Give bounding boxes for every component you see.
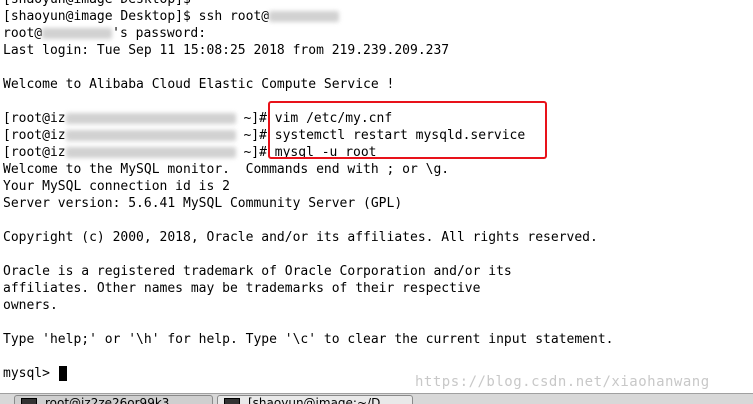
terminal-line: [root@iz ~]# mysql -u root [3,144,377,161]
terminal-line-text: owners. [3,298,58,313]
redacted-text [65,113,236,124]
watermark: https://blog.csdn.net/xiaohanwang [415,374,710,390]
terminal-line-text: Type 'help;' or '\h' for help. Type '\c'… [3,332,614,347]
terminal-line: Copyright (c) 2000, 2018, Oracle and/or … [3,229,598,246]
terminal-line-text: [shaoyun@image Desktop]$ ssh root@ [3,9,270,24]
terminal-line-text: ~]# systemctl restart mysqld.service [235,128,526,143]
terminal-line-text: mysql> [3,366,58,381]
terminal-line-text: Welcome to the MySQL monitor. Commands e… [3,162,450,177]
taskbar: root@iz2ze26or99k3 [shaoyun@image:~/D [0,393,753,404]
terminal-line-text: ~]# mysql -u root [235,145,377,160]
terminal-line: Welcome to the MySQL monitor. Commands e… [3,161,449,178]
terminal-line: owners. [3,297,58,314]
terminal-line-text: Your MySQL connection id is 2 [3,179,230,194]
text-cursor [58,366,67,381]
redacted-text [65,130,236,141]
terminal-line-text: Welcome to Alibaba Cloud Elastic Compute… [3,77,395,92]
taskbar-item-root-terminal[interactable]: root@iz2ze26or99k3 [14,395,213,404]
taskbar-item-shaoyun-terminal[interactable]: [shaoyun@image:~/D [217,395,413,404]
terminal-line-text: affiliates. Other names may be trademark… [3,281,481,296]
terminal-line: [shaoyun@image Desktop]$ ssh root@ [3,8,340,25]
terminal-line: Your MySQL connection id is 2 [3,178,230,195]
terminal-line: Oracle is a registered trademark of Orac… [3,263,512,280]
terminal-line-text: Server version: 5.6.41 MySQL Community S… [3,196,403,211]
terminal-line-text: Oracle is a registered trademark of Orac… [3,264,512,279]
terminal-icon [224,398,240,404]
terminal-line: [shaoyun@image Desktop]$ [3,0,191,8]
terminal-line-text: root@ [3,26,43,41]
terminal-line-text: [root@iz [3,111,66,126]
terminal-line-text: Copyright (c) 2000, 2018, Oracle and/or … [3,230,598,245]
taskbar-item-label: [shaoyun@image:~/D [248,396,381,404]
terminal-line: Server version: 5.6.41 MySQL Community S… [3,195,402,212]
terminal-line-text: ~]# vim /etc/my.cnf [235,111,393,126]
terminal-line-text: Last login: Tue Sep 11 15:08:25 2018 fro… [3,43,450,58]
terminal-line: Last login: Tue Sep 11 15:08:25 2018 fro… [3,42,449,59]
terminal-icon [21,398,37,404]
terminal-line-text: [shaoyun@image Desktop]$ [3,0,191,7]
redacted-text [42,28,113,39]
terminal-line: mysql> [3,365,67,382]
terminal-line: affiliates. Other names may be trademark… [3,280,480,297]
terminal-line: [root@iz ~]# vim /etc/my.cnf [3,110,392,127]
terminal-line-text: 's password: [112,26,207,41]
taskbar-item-label: root@iz2ze26or99k3 [45,396,170,404]
terminal-line: [root@iz ~]# systemctl restart mysqld.se… [3,127,525,144]
terminal-window[interactable]: [shaoyun@image Desktop]$ [shaoyun@image D… [0,0,753,393]
terminal-line: Type 'help;' or '\h' for help. Type '\c'… [3,331,613,348]
terminal-line-text: [root@iz [3,145,66,160]
terminal-line-text: [root@iz [3,128,66,143]
terminal-line: Welcome to Alibaba Cloud Elastic Compute… [3,76,394,93]
terminal-line: root@ 's password: [3,25,206,42]
redacted-text [269,11,340,22]
redacted-text [65,147,236,158]
